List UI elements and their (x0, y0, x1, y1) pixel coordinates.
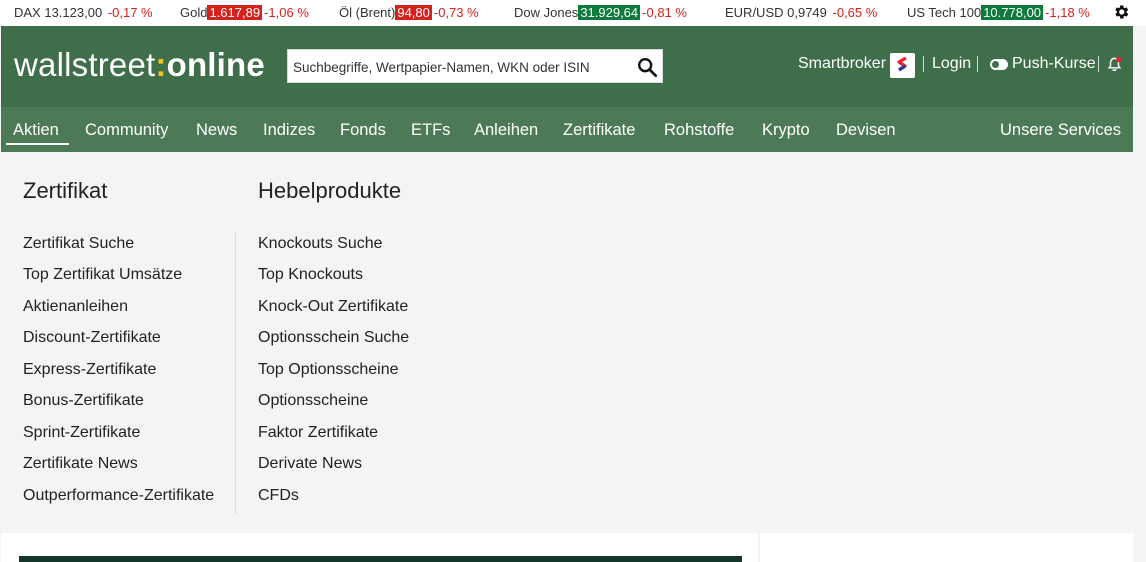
search-input[interactable] (293, 55, 623, 79)
ticker-value: 10.778,00 (981, 5, 1044, 20)
site-header: wallstreet:online Smartbroker Login Push… (1, 26, 1133, 107)
main-nav: Aktien Community News Indizes Fonds ETFs… (1, 107, 1133, 152)
menu-column-title: Zertifikat (23, 178, 108, 203)
push-kurse-link[interactable]: Push-Kurse (1012, 53, 1096, 75)
ticker-name: DAX 13.123,00 (14, 5, 103, 20)
smartbroker-link[interactable]: Smartbroker (798, 53, 886, 75)
nav-rohstoffe[interactable]: Rohstoffe (664, 119, 734, 141)
ticker-name: Öl (Brent) (339, 5, 396, 20)
ticker-value: 1.617,89 (207, 5, 263, 20)
nav-news[interactable]: News (196, 119, 237, 141)
content-image[interactable] (19, 556, 742, 562)
ticker-name: EUR/USD 0,9749 (725, 5, 827, 20)
ticker-name: US Tech 100 (907, 5, 982, 20)
ticker-change: -0,73 % (433, 5, 479, 20)
search-box (287, 49, 663, 83)
ticker-item-brent[interactable]: Öl (Brent) 94,80 -0,73 % (339, 4, 479, 22)
menu-column-title: Hebelprodukte (258, 178, 402, 203)
menu-link[interactable]: CFDs (258, 487, 299, 505)
login-link[interactable]: Login (932, 53, 971, 75)
nav-community[interactable]: Community (85, 119, 168, 141)
bell-icon[interactable] (1106, 56, 1123, 73)
menu-link[interactable]: Express-Zertifikate (23, 361, 156, 379)
nav-zertifikate[interactable]: Zertifikate (563, 119, 635, 141)
ticker-bar: DAX 13.123,00 -0,17 % Gold 1.617,89 -1,06 … (0, 0, 1146, 26)
smartbroker-logo-icon[interactable] (890, 53, 915, 78)
nav-anleihen[interactable]: Anleihen (474, 119, 538, 141)
logo-colon: : (155, 46, 167, 83)
nav-unsere-services[interactable]: Unsere Services (1000, 119, 1121, 141)
ticker-value: 94,80 (395, 5, 432, 20)
ticker-name: Gold (180, 5, 208, 20)
header-separator (1098, 56, 1099, 72)
toggle-icon[interactable] (990, 59, 1008, 70)
header-separator (977, 56, 978, 72)
ticker-change: -0,81 % (642, 5, 687, 20)
menu-link[interactable]: Aktienanleihen (23, 298, 128, 316)
menu-link[interactable]: Knockouts Suche (258, 235, 383, 253)
ticker-item-gold[interactable]: Gold 1.617,89 -1,06 % (180, 4, 309, 22)
menu-link[interactable]: Zertifikat Suche (23, 235, 134, 253)
nav-aktien[interactable]: Aktien (13, 119, 59, 141)
ticker-item-eurusd[interactable]: EUR/USD 0,9749 -0,65 % (725, 4, 877, 22)
menu-link[interactable]: Zertifikate News (23, 455, 138, 473)
ticker-change: -0,17 % (107, 5, 153, 20)
ticker-item-dow-jones[interactable]: Dow Jones 31.929,64 -0,81 % (514, 4, 687, 22)
menu-link[interactable]: Top Zertifikat Umsätze (23, 266, 182, 284)
nav-devisen[interactable]: Devisen (836, 119, 896, 141)
ticker-change: -1,18 % (1045, 5, 1090, 20)
menu-link[interactable]: Optionsschein Suche (258, 329, 409, 347)
nav-etfs[interactable]: ETFs (411, 119, 450, 141)
menu-link[interactable]: Optionsscheine (258, 392, 368, 410)
menu-link[interactable]: Bonus-Zertifikate (23, 392, 144, 410)
gear-icon[interactable] (1112, 3, 1130, 21)
menu-link[interactable]: Outperformance-Zertifikate (23, 487, 214, 505)
nav-active-indicator (6, 143, 69, 145)
header-separator (923, 56, 924, 72)
ticker-item-dax[interactable]: DAX 13.123,00 -0,17 % (14, 4, 153, 22)
menu-column-divider (235, 232, 236, 513)
logo-part-1: wallstreet (14, 46, 156, 83)
nav-krypto[interactable]: Krypto (762, 119, 810, 141)
ticker-item-us-tech-100[interactable]: US Tech 100 10.778,00 -1,18 % (907, 4, 1090, 22)
logo-part-2: online (166, 46, 265, 83)
menu-link[interactable]: Sprint-Zertifikate (23, 424, 140, 442)
menu-link[interactable]: Derivate News (258, 455, 362, 473)
menu-link[interactable]: Faktor Zertifikate (258, 424, 378, 442)
menu-link[interactable]: Discount-Zertifikate (23, 329, 161, 347)
menu-link[interactable]: Knock-Out Zertifikate (258, 298, 408, 316)
ticker-change: -0,65 % (832, 5, 878, 20)
ticker-name: Dow Jones (514, 5, 579, 20)
page-margin (1133, 26, 1146, 562)
menu-link[interactable]: Top Optionsscheine (258, 361, 399, 379)
nav-fonds[interactable]: Fonds (340, 119, 386, 141)
sidebar-panel (760, 533, 1133, 562)
menu-link[interactable]: Top Knockouts (258, 266, 363, 284)
ticker-value: 31.929,64 (578, 5, 641, 20)
ticker-change: -1,06 % (264, 5, 309, 20)
search-icon[interactable] (636, 56, 658, 78)
site-logo[interactable]: wallstreet:online (14, 46, 265, 84)
nav-indizes[interactable]: Indizes (263, 119, 315, 141)
